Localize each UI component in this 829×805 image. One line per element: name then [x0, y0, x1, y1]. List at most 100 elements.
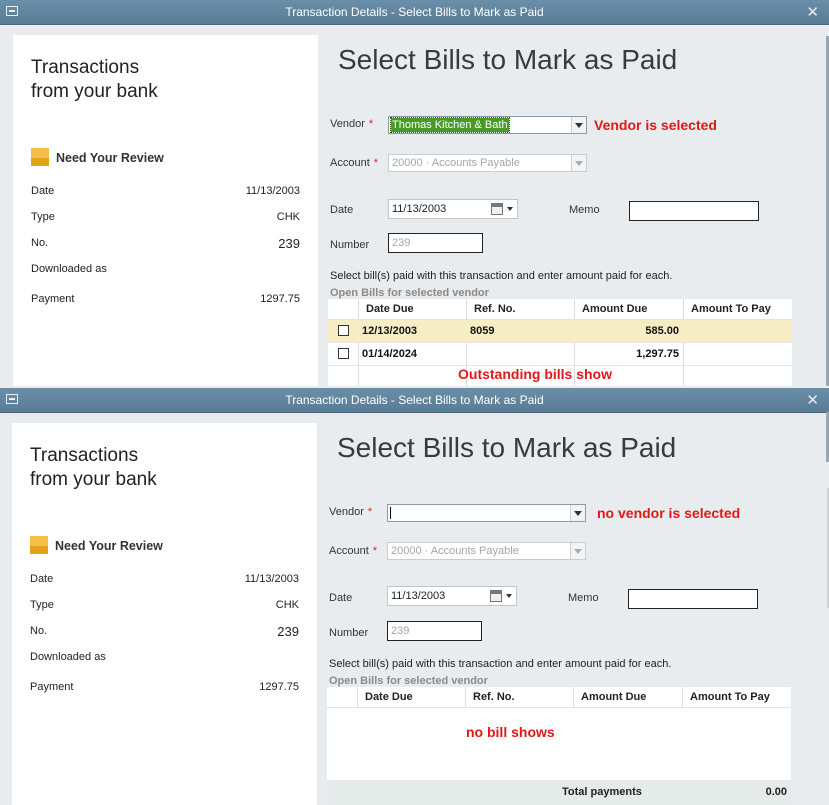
need-review-label: Need Your Review: [55, 539, 163, 553]
date-field[interactable]: 11/13/2003: [388, 199, 518, 219]
bills-instruction: Select bill(s) paid with this transactio…: [329, 658, 672, 670]
panel-title: Transactions from your bank: [31, 57, 158, 102]
memo-label: Memo: [569, 204, 600, 216]
bank-transaction-panel: Transactions from your bank Need Your Re…: [12, 423, 317, 805]
window-title: Transaction Details - Select Bills to Ma…: [285, 5, 544, 19]
column-amount-to-pay[interactable]: Amount To Pay: [690, 691, 770, 703]
bills-annotation: no bill shows: [466, 724, 555, 740]
window-title: Transaction Details - Select Bills to Ma…: [285, 393, 544, 407]
type-value: CHK: [276, 211, 300, 223]
calendar-icon[interactable]: [490, 590, 502, 602]
no-value: 239: [277, 624, 299, 639]
downloaded-as-label: Downloaded as: [30, 651, 106, 663]
bill-amount-due: 585.00: [645, 325, 679, 337]
table-row[interactable]: 12/13/2003 8059 585.00: [328, 320, 792, 343]
chevron-down-icon: [571, 155, 586, 171]
bill-date-due: 12/13/2003: [362, 325, 418, 337]
bill-ref-no: 8059: [470, 325, 495, 337]
vendor-annotation: no vendor is selected: [597, 505, 741, 521]
chevron-down-icon: [570, 543, 585, 559]
table-header: Date Due Ref. No. Amount Due Amount To P…: [328, 299, 792, 320]
date-label: Date: [30, 573, 54, 585]
vendor-dropdown[interactable]: [387, 504, 586, 522]
flag-icon: [30, 536, 48, 554]
vendor-value: Thomas Kitchen & Bath: [390, 117, 510, 133]
column-amount-to-pay[interactable]: Amount To Pay: [691, 303, 771, 315]
bill-amount-due: 1,297.75: [636, 348, 679, 360]
flag-icon: [31, 148, 49, 166]
total-payments-value: 0.00: [765, 786, 787, 798]
open-bills-label: Open Bills for selected vendor: [330, 287, 489, 299]
account-label: Account *: [329, 545, 378, 557]
number-label: Number: [329, 627, 369, 639]
account-value: 20000 · Accounts Payable: [392, 157, 520, 169]
chevron-down-icon[interactable]: [506, 594, 512, 598]
vendor-label: Vendor *: [329, 506, 373, 518]
memo-label: Memo: [568, 592, 599, 604]
table-row[interactable]: 01/14/2024 1,297.75: [328, 343, 792, 366]
date-field[interactable]: 11/13/2003: [387, 586, 517, 606]
payment-value: 1297.75: [259, 681, 299, 693]
no-label: No.: [30, 625, 48, 637]
number-input[interactable]: 239: [387, 621, 482, 641]
payment-value: 1297.75: [260, 293, 300, 305]
column-ref-no[interactable]: Ref. No.: [473, 691, 515, 703]
column-date-due[interactable]: Date Due: [366, 303, 414, 315]
type-label: Type: [31, 211, 55, 223]
column-amount-due[interactable]: Amount Due: [582, 303, 647, 315]
date-label: Date: [31, 185, 55, 197]
number-input[interactable]: 239: [388, 233, 483, 253]
no-value: 239: [278, 236, 300, 251]
type-value: CHK: [275, 599, 299, 611]
chevron-down-icon[interactable]: [507, 207, 513, 211]
bill-date-due: 01/14/2024: [362, 348, 418, 360]
bank-transaction-panel: Transactions from your bank Need Your Re…: [13, 35, 318, 386]
calendar-icon[interactable]: [491, 203, 503, 215]
account-dropdown: 20000 · Accounts Payable: [388, 154, 587, 172]
chevron-down-icon[interactable]: [570, 505, 585, 521]
date-field-value: 11/13/2003: [392, 203, 447, 215]
date-field-value: 11/13/2003: [391, 590, 446, 602]
vendor-value: [390, 506, 392, 520]
page-title: Select Bills to Mark as Paid: [337, 432, 677, 463]
need-review-label: Need Your Review: [56, 151, 164, 165]
vendor-label: Vendor *: [330, 118, 374, 130]
window-titlebar[interactable]: Transaction Details - Select Bills to Ma…: [0, 0, 829, 25]
window-titlebar[interactable]: Transaction Details - Select Bills to Ma…: [0, 388, 829, 413]
bill-checkbox[interactable]: [338, 325, 349, 336]
no-label: No.: [31, 237, 49, 249]
downloaded-as-label: Downloaded as: [31, 263, 107, 275]
payment-label: Payment: [31, 293, 75, 305]
total-payments-label: Total payments: [562, 786, 642, 798]
bills-annotation: Outstanding bills show: [458, 366, 612, 382]
chevron-down-icon[interactable]: [571, 117, 586, 133]
total-payments-bar: Total payments 0.00: [327, 781, 791, 805]
bill-checkbox[interactable]: [338, 348, 349, 359]
close-icon[interactable]: ✕: [806, 3, 819, 21]
date-field-label: Date: [329, 592, 353, 604]
memo-input[interactable]: [628, 589, 758, 609]
number-placeholder: 239: [392, 237, 411, 249]
number-label: Number: [330, 239, 370, 251]
transaction-details-window-bottom: Transaction Details - Select Bills to Ma…: [0, 388, 829, 805]
number-placeholder: 239: [391, 625, 410, 637]
close-icon[interactable]: ✕: [806, 391, 819, 409]
date-value: 11/13/2003: [245, 185, 300, 197]
column-date-due[interactable]: Date Due: [365, 691, 413, 703]
vendor-dropdown[interactable]: Thomas Kitchen & Bath: [388, 116, 587, 134]
panel-title: Transactions from your bank: [30, 445, 157, 490]
account-value: 20000 · Accounts Payable: [391, 545, 519, 557]
date-field-label: Date: [330, 204, 354, 216]
table-header: Date Due Ref. No. Amount Due Amount To P…: [327, 687, 791, 708]
open-bills-table: Date Due Ref. No. Amount Due Amount To P…: [327, 687, 791, 780]
bills-instruction: Select bill(s) paid with this transactio…: [330, 270, 673, 282]
payment-label: Payment: [30, 681, 74, 693]
date-value: 11/13/2003: [244, 573, 299, 585]
open-bills-label: Open Bills for selected vendor: [329, 675, 488, 687]
memo-input[interactable]: [629, 201, 759, 221]
column-ref-no[interactable]: Ref. No.: [474, 303, 516, 315]
vendor-annotation: Vendor is selected: [594, 117, 717, 133]
account-dropdown: 20000 · Accounts Payable: [387, 542, 586, 560]
account-label: Account *: [330, 157, 379, 169]
column-amount-due[interactable]: Amount Due: [581, 691, 646, 703]
